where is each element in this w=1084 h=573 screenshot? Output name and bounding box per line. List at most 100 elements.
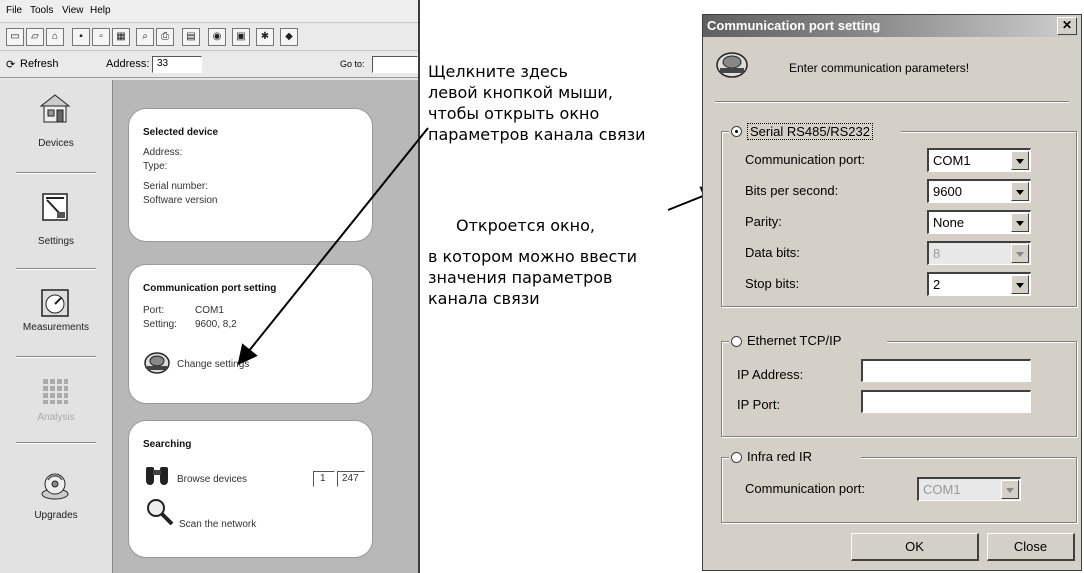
port-label: Port: [143, 305, 165, 316]
parity-label: Parity: [745, 214, 782, 229]
folder-icon[interactable]: ⌂ [46, 28, 64, 46]
chevron-down-icon [1001, 480, 1019, 499]
sidebar-label-measurements: Measurements [22, 322, 90, 333]
menu-view[interactable]: View [62, 5, 84, 16]
ip-port-label: IP Port: [737, 397, 781, 412]
sidebar-divider [16, 442, 96, 444]
open-icon[interactable]: ▱ [26, 28, 44, 46]
annotation-window-opens-line1: Откроется окно, [456, 216, 595, 235]
ok-button[interactable]: OK [851, 533, 979, 561]
devices-icon [39, 94, 71, 123]
upgrades-icon [41, 473, 69, 500]
address-input[interactable]: 33 [152, 56, 202, 73]
sidebar-label-settings: Settings [37, 236, 75, 247]
searching-title: Searching [143, 439, 192, 450]
window-icon[interactable]: ▣ [232, 28, 250, 46]
menu-tools[interactable]: Tools [30, 5, 53, 16]
close-icon[interactable]: ✕ [1057, 17, 1077, 35]
binoculars-icon[interactable] [143, 463, 171, 485]
toolbar: ▭ ▱ ⌂ ▪ ▫ ▦ ⌕ ⎙ ▤ ◉ ▣ ✱ ◆ [0, 24, 418, 51]
comm-port-title: Communication port setting [143, 283, 277, 294]
menu-file[interactable]: File [6, 5, 22, 16]
goto-input[interactable] [372, 56, 418, 73]
device-icon[interactable]: ◉ [208, 28, 226, 46]
new-icon[interactable]: ▭ [6, 28, 24, 46]
comm-port-select[interactable]: COM1 [927, 148, 1031, 172]
ir-comm-port-select[interactable]: COM1 [917, 477, 1021, 501]
type-field-label: Type: [143, 161, 168, 172]
chevron-down-icon[interactable] [1011, 182, 1029, 201]
analysis-icon [43, 379, 68, 404]
sidebar-item-devices[interactable]: Devices [0, 90, 112, 160]
browse-from-input[interactable]: 1 [313, 471, 335, 487]
dialog-titlebar: Communication port setting ✕ [703, 15, 1081, 37]
content-area: Selected device Address: Type: Serial nu… [113, 80, 418, 573]
tool-icon[interactable]: ✱ [256, 28, 274, 46]
change-settings-link[interactable]: Change settings [177, 359, 249, 370]
annotation-line: чтобы открыть окно [428, 104, 600, 123]
grid-icon[interactable]: ▦ [112, 28, 130, 46]
stop-bits-select[interactable]: 2 [927, 272, 1031, 296]
annotation-line: канала связи [428, 289, 540, 308]
menu-help[interactable]: Help [90, 5, 111, 16]
data-bits-label: Data bits: [745, 245, 800, 260]
annotation-line: левой кнопкой мыши, [428, 83, 613, 102]
chart-icon[interactable]: ▤ [182, 28, 200, 46]
ethernet-radio[interactable] [731, 336, 742, 347]
address-value: 33 [157, 58, 169, 69]
chevron-down-icon[interactable] [1011, 275, 1029, 294]
menu-bar: File Tools View Help [0, 0, 418, 23]
data-bits-select[interactable]: 8 [927, 241, 1031, 265]
infrared-radio[interactable] [731, 452, 742, 463]
address-bar: ⟳ Refresh Address: 33 Go to: [0, 53, 418, 78]
serial-radio-option[interactable]: Serial RS485/RS232 [729, 121, 901, 141]
magnifier-icon[interactable] [145, 497, 175, 527]
ethernet-radio-option[interactable]: Ethernet TCP/IP [729, 331, 887, 351]
ir-comm-port-label: Communication port: [745, 481, 865, 496]
dialog-divider [715, 101, 1069, 103]
preview-icon[interactable]: ⌕ [136, 28, 154, 46]
ip-port-input[interactable] [861, 390, 1031, 413]
sidebar-label-analysis: Analysis [37, 412, 75, 423]
ethernet-radio-label: Ethernet TCP/IP [747, 333, 842, 348]
ir-comm-port-value: COM1 [923, 482, 961, 497]
annotation-line: значения параметров [428, 268, 613, 287]
annotation-line: параметров канала связи [428, 125, 646, 144]
diamond-icon[interactable]: ◆ [280, 28, 298, 46]
refresh-button[interactable]: Refresh [20, 58, 59, 70]
ip-address-input[interactable] [861, 359, 1031, 382]
print-icon[interactable]: ⎙ [156, 28, 174, 46]
close-button[interactable]: Close [987, 533, 1075, 561]
chevron-down-icon[interactable] [1011, 151, 1029, 170]
parity-select[interactable]: None [927, 210, 1031, 234]
settings-icon [42, 193, 68, 221]
serial-radio[interactable] [731, 126, 742, 137]
chevron-down-icon[interactable] [1011, 213, 1029, 232]
save-icon[interactable]: ▪ [72, 28, 90, 46]
change-settings-icon[interactable] [143, 349, 171, 375]
searching-card: Searching Browse devices 1 247 Scan the … [128, 420, 373, 558]
sidebar-item-upgrades[interactable]: Upgrades [0, 470, 112, 540]
address-label: Address: [106, 58, 150, 70]
parity-value: None [933, 215, 965, 230]
comm-port-card: Communication port setting Port: COM1 Se… [128, 264, 373, 404]
annotation-click-here: Щелкните здесь левой кнопкой мыши, чтобы… [428, 61, 646, 145]
annotation-line: Щелкните здесь [428, 62, 568, 81]
browse-to-input[interactable]: 247 [337, 471, 365, 487]
save-all-icon[interactable]: ▫ [92, 28, 110, 46]
serial-field-label: Serial number: [143, 181, 209, 192]
bits-per-second-select[interactable]: 9600 [927, 179, 1031, 203]
infrared-radio-option[interactable]: Infra red IR [729, 447, 861, 467]
ethernet-group [721, 341, 1077, 437]
sidebar-divider [16, 356, 96, 358]
selected-device-card: Selected device Address: Type: Serial nu… [128, 108, 373, 242]
sidebar-item-analysis[interactable]: Analysis [0, 370, 112, 440]
ip-address-label: IP Address: [737, 367, 804, 382]
sidebar-divider [16, 268, 96, 270]
refresh-icon[interactable]: ⟳ [6, 58, 15, 71]
measurements-icon [41, 289, 69, 317]
sidebar-item-measurements[interactable]: Measurements [0, 284, 112, 354]
scan-network-link[interactable]: Scan the network [179, 519, 256, 530]
browse-devices-link[interactable]: Browse devices [177, 474, 247, 485]
sidebar-item-settings[interactable]: Settings [0, 188, 112, 258]
